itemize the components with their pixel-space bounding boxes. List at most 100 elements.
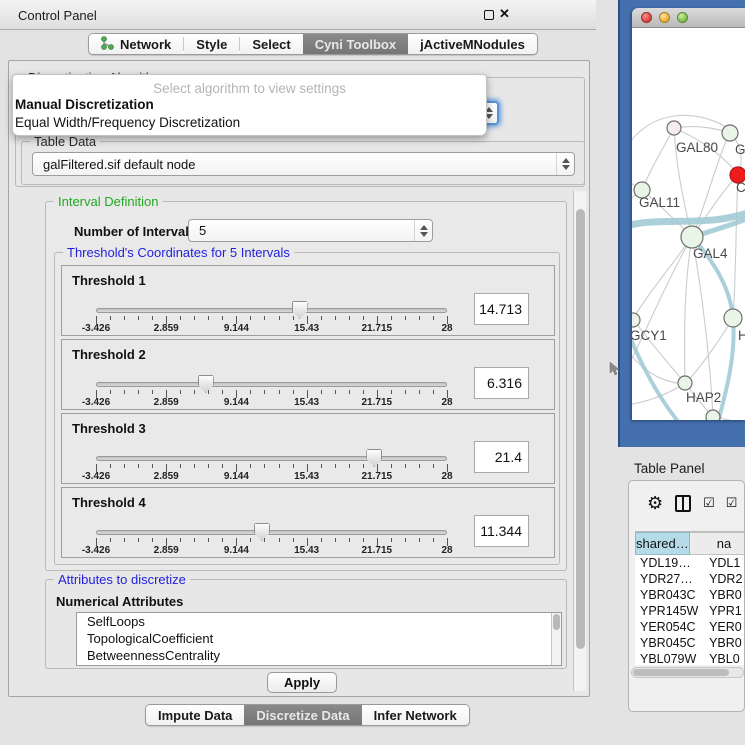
table-row[interactable]: YDR27…YDR2	[635, 571, 745, 587]
table-row[interactable]: YPR145WYPR1	[635, 603, 745, 619]
network-edge[interactable]	[733, 178, 738, 318]
node-label: HAP2	[686, 390, 721, 405]
table-cell: YDL1	[707, 555, 745, 571]
table-header-row[interactable]: shared…na	[635, 532, 745, 555]
scrollbar-thumb[interactable]	[576, 209, 585, 649]
threshold-value-field[interactable]: 6.316	[474, 367, 529, 399]
number-of-intervals-value: 5	[189, 223, 414, 238]
close-icon[interactable]: ✕	[499, 6, 510, 22]
threshold-value-field[interactable]: 14.713	[474, 293, 529, 325]
zoom-traffic-light-icon[interactable]	[677, 12, 688, 23]
panel-vertical-scrollbar[interactable]	[573, 191, 586, 691]
tab-label: Network	[120, 37, 171, 52]
gear-icon[interactable]: ⚙	[647, 494, 663, 512]
table-data-group: Table Data galFiltered.sif default node	[21, 141, 585, 185]
node-label: G	[735, 142, 745, 157]
numerical-attributes-list[interactable]: SelfLoopsTopologicalCoefficientBetweenne…	[76, 612, 562, 666]
threshold-slider-track[interactable]	[96, 456, 447, 461]
table-row[interactable]: YBR043CYBR0	[635, 587, 745, 603]
attribute-list-item[interactable]: BetweennessCentrality	[77, 647, 561, 664]
thresholds-group-label: Threshold's Coordinates for 5 Intervals	[63, 245, 294, 260]
tab-network[interactable]: Network	[89, 34, 183, 54]
network-edge[interactable]	[632, 237, 692, 370]
network-canvas[interactable]: GAL80GGAL11CGAL4GCY1HHAP2	[632, 28, 745, 420]
float-window-icon[interactable]	[484, 10, 494, 20]
checkbox-icon[interactable]: ☑	[726, 495, 737, 511]
network-icon	[101, 36, 120, 53]
dropdown-option[interactable]: Manual Discretization	[13, 96, 486, 114]
attribute-list-item[interactable]: SelfLoops	[77, 613, 561, 630]
table-cell: YBR0	[707, 587, 745, 603]
pink-node[interactable]	[667, 121, 681, 135]
table-row[interactable]: YDL19…YDL1	[635, 555, 745, 571]
close-traffic-light-icon[interactable]	[641, 12, 652, 23]
thresholds-group: Threshold's Coordinates for 5 Intervals …	[54, 252, 560, 565]
threshold-panel: Threshold 2-3.4262.8599.14415.4321.71528…	[61, 339, 555, 410]
numerical-attributes-label: Numerical Attributes	[56, 594, 183, 609]
threshold-value-field[interactable]: 21.4	[474, 441, 529, 473]
column-header[interactable]: na	[690, 532, 745, 555]
node[interactable]	[724, 309, 742, 327]
split-columns-icon[interactable]	[675, 495, 691, 512]
table-horizontal-scrollbar[interactable]	[631, 667, 744, 678]
network-edge[interactable]	[633, 237, 692, 319]
table-panel-title: Table Panel	[634, 461, 705, 476]
table-data-combobox[interactable]: galFiltered.sif default node	[32, 152, 575, 176]
tab-impute-data[interactable]: Impute Data	[146, 705, 244, 725]
node[interactable]	[632, 313, 640, 327]
mouse-cursor	[609, 362, 621, 376]
gal4-node[interactable]	[681, 226, 703, 248]
tab-label: Impute Data	[158, 708, 232, 723]
column-header[interactable]: shared…	[635, 532, 690, 555]
table-row[interactable]: YER054CYER0	[635, 619, 745, 635]
tab-select[interactable]: Select	[240, 34, 302, 54]
table-cell: YBL079W	[635, 651, 707, 665]
apply-button[interactable]: Apply	[267, 672, 337, 693]
control-panel-tabbar: Network StyleSelectCyni Toolbox jActiveMNo…	[88, 33, 538, 55]
number-of-intervals-combobox[interactable]: 5	[188, 219, 433, 242]
threshold-slider-track[interactable]	[96, 308, 447, 313]
threshold-slider-track[interactable]	[96, 530, 447, 535]
table-data-label: Table Data	[30, 134, 100, 149]
network-edge[interactable]	[685, 237, 692, 382]
scrollbar-thumb[interactable]	[633, 669, 729, 676]
table-row[interactable]: YBL079WYBL0	[635, 651, 745, 665]
node[interactable]	[722, 125, 738, 141]
node-table[interactable]: shared…na YDL19…YDL1YDR27…YDR2YBR043CYBR…	[635, 531, 745, 665]
tab-label: jActiveMNodules	[420, 37, 525, 52]
table-cell: YDR2	[707, 571, 745, 587]
tab-discretize-data[interactable]: Discretize Data	[244, 705, 361, 725]
slider-tick-labels: -3.4262.8599.14415.4321.71528	[96, 323, 447, 335]
network-window: GAL80GGAL11CGAL4GCY1HHAP2	[632, 8, 745, 420]
slider-tick-labels: -3.4262.8599.14415.4321.71528	[96, 397, 447, 409]
list-scrollbar[interactable]	[551, 613, 561, 665]
tab-cyni-toolbox[interactable]: Cyni Toolbox	[303, 34, 408, 54]
table-row[interactable]: YBR045CYBR0	[635, 635, 745, 651]
attributes-group: Attributes to discretize Numerical Attri…	[45, 579, 567, 669]
combo-stepper-icon	[414, 220, 432, 241]
attribute-list-item[interactable]: TopologicalCoefficient	[77, 630, 561, 647]
table-cell: YBR045C	[635, 635, 707, 651]
threshold-slider-track[interactable]	[96, 382, 447, 387]
node[interactable]	[706, 410, 720, 420]
minimize-traffic-light-icon[interactable]	[659, 12, 670, 23]
control-panel-titlebar: Control Panel ✕	[0, 0, 596, 30]
tab-jactivemnodules[interactable]: jActiveMNodules	[408, 34, 537, 54]
node-label: H	[738, 328, 745, 343]
node-label: GAL11	[639, 195, 680, 210]
network-edge[interactable]	[642, 128, 674, 190]
scrollbar-thumb[interactable]	[553, 614, 560, 630]
dropdown-placeholder: Select algorithm to view settings	[13, 75, 486, 96]
threshold-panel: Threshold 1-3.4262.8599.14415.4321.71528…	[61, 265, 555, 336]
dropdown-option[interactable]: Equal Width/Frequency Discretization	[13, 114, 486, 132]
node-label: C	[736, 180, 745, 195]
tab-infer-network[interactable]: Infer Network	[362, 705, 469, 725]
checkbox-icon[interactable]: ☑	[703, 495, 714, 511]
table-data-value: galFiltered.sif default node	[33, 157, 556, 172]
tab-style[interactable]: Style	[184, 34, 239, 54]
interval-definition-label: Interval Definition	[54, 194, 162, 209]
threshold-panel: Threshold 4-3.4262.8599.14415.4321.71528…	[61, 487, 555, 558]
threshold-value-field[interactable]: 11.344	[474, 515, 529, 547]
hap2-node[interactable]	[678, 376, 692, 390]
node-label: GAL4	[693, 246, 728, 261]
